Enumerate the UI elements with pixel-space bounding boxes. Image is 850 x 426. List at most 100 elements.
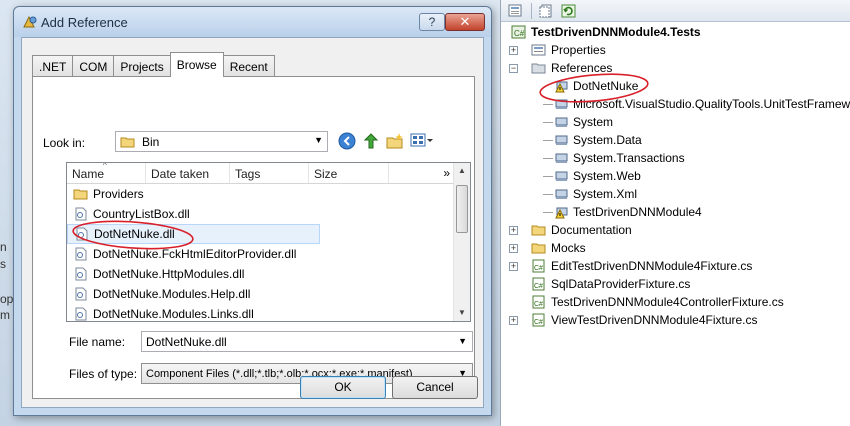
folder-icon xyxy=(531,241,547,255)
look-in-dropdown[interactable]: Bin ▼ xyxy=(115,131,328,152)
tree-connector xyxy=(543,194,553,195)
cancel-button[interactable]: Cancel xyxy=(392,376,478,399)
look-in-label: Look in: xyxy=(43,136,86,150)
list-item[interactable]: CountryListBox.dll xyxy=(67,204,470,224)
tree-item-file[interactable]: C# SqlDataProviderFixture.cs xyxy=(501,275,850,293)
warning-reference-icon xyxy=(553,79,569,93)
expand-icon[interactable]: + xyxy=(509,316,518,325)
files-of-type-label: Files of type: xyxy=(69,367,138,381)
assembly-reference-icon xyxy=(553,169,569,183)
tab-browse[interactable]: Browse xyxy=(169,52,224,77)
tree-item-references[interactable]: − References xyxy=(501,59,850,77)
list-item[interactable]: DotNetNuke.FckHtmlEditorProvider.dll xyxy=(67,244,470,264)
list-item[interactable]: Providers xyxy=(67,184,470,204)
tree-item-label: References xyxy=(551,61,613,75)
folder-icon xyxy=(73,187,89,201)
folder-icon xyxy=(120,135,136,149)
tree-item-properties[interactable]: + Properties xyxy=(501,41,850,59)
column-label: Size xyxy=(314,167,338,181)
tree-item-label: System.Web xyxy=(573,169,641,183)
tree-item-reference[interactable]: System.Transactions xyxy=(501,149,850,167)
show-all-files-icon[interactable] xyxy=(538,2,556,20)
tab-projects[interactable]: Projects xyxy=(113,55,171,77)
chevron-down-icon: ▼ xyxy=(314,135,323,145)
chevron-down-icon[interactable]: ▼ xyxy=(458,336,467,346)
svg-text:C#: C# xyxy=(534,283,543,290)
dll-file-icon xyxy=(73,247,89,261)
dll-file-icon xyxy=(73,207,89,221)
tree-item-reference[interactable]: TestDrivenDNNModule4 xyxy=(501,203,850,221)
up-folder-icon[interactable] xyxy=(362,132,380,153)
tree-item-reference[interactable]: System xyxy=(501,113,850,131)
help-button[interactable]: ? xyxy=(419,13,445,31)
new-folder-icon[interactable] xyxy=(386,132,404,153)
column-label: Name xyxy=(72,167,105,181)
expand-icon[interactable]: + xyxy=(509,226,518,235)
scroll-thumb[interactable] xyxy=(456,185,468,233)
vertical-scrollbar[interactable]: ▲ ▼ xyxy=(453,163,470,321)
tree-item-label: TestDrivenDNNModule4 xyxy=(573,205,702,219)
browse-panel: Look in: Bin ▼ Name ^ Date taken Tags Si… xyxy=(32,76,475,399)
list-item[interactable]: DotNetNuke.Modules.Help.dll xyxy=(67,284,470,304)
tab-recent[interactable]: Recent xyxy=(222,55,275,77)
expand-icon[interactable]: + xyxy=(509,244,518,253)
tab-dotnet[interactable]: .NET xyxy=(32,55,74,77)
refresh-icon[interactable] xyxy=(560,2,578,20)
tree-connector xyxy=(543,122,553,123)
tree-item-reference[interactable]: System.Xml xyxy=(501,185,850,203)
assembly-reference-icon xyxy=(553,97,569,111)
tab-strip: .NET COM Projects Browse Recent xyxy=(32,52,275,77)
tree-item-label: EditTestDrivenDNNModule4Fixture.cs xyxy=(551,259,753,273)
close-button[interactable]: ✕ xyxy=(445,13,485,31)
tree-item-reference[interactable]: System.Data xyxy=(501,131,850,149)
dll-file-icon xyxy=(73,287,89,301)
column-tags[interactable]: Tags xyxy=(230,163,309,183)
tree-item-file[interactable]: + C# ViewTestDrivenDNNModule4Fixture.cs xyxy=(501,311,850,329)
more-columns-button[interactable]: » xyxy=(443,166,450,180)
file-name: Providers xyxy=(93,187,144,201)
project-node[interactable]: C# TestDrivenDNNModule4.Tests xyxy=(501,23,850,41)
tree-item-documentation[interactable]: + Documentation xyxy=(501,221,850,239)
list-item[interactable]: DotNetNuke.HttpModules.dll xyxy=(67,264,470,284)
tree-item-file[interactable]: C# TestDrivenDNNModule4ControllerFixture… xyxy=(501,293,850,311)
list-item-selected[interactable]: DotNetNuke.dll xyxy=(67,224,320,244)
view-menu-icon[interactable] xyxy=(410,132,434,153)
back-icon[interactable] xyxy=(338,132,356,153)
collapse-icon[interactable]: − xyxy=(509,64,518,73)
csharp-file-icon: C# xyxy=(531,277,547,291)
ok-button[interactable]: OK xyxy=(300,376,386,399)
tree-item-label: System xyxy=(573,115,614,129)
tree-item-reference[interactable]: Microsoft.VisualStudio.QualityTools.Unit… xyxy=(501,95,850,113)
tree-item-reference[interactable]: System.Web xyxy=(501,167,850,185)
tree-item-reference[interactable]: DotNetNuke xyxy=(501,77,850,95)
column-name[interactable]: Name ^ xyxy=(67,163,146,183)
file-name-field[interactable]: DotNetNuke.dll ▼ xyxy=(141,331,473,352)
folder-icon xyxy=(531,223,547,237)
clipped-text: s xyxy=(0,257,6,271)
look-in-value: Bin xyxy=(142,134,160,149)
solution-toolbar xyxy=(501,0,850,22)
svg-text:C#: C# xyxy=(534,301,543,308)
references-folder-icon xyxy=(531,61,547,75)
clipped-text: m xyxy=(0,308,10,322)
file-name: DotNetNuke.Modules.Links.dll xyxy=(93,307,254,321)
tree-item-mocks[interactable]: + Mocks xyxy=(501,239,850,257)
properties-icon[interactable] xyxy=(507,2,525,20)
tree-item-file[interactable]: + C# EditTestDrivenDNNModule4Fixture.cs xyxy=(501,257,850,275)
column-size[interactable]: Size xyxy=(309,163,389,183)
expand-icon[interactable]: + xyxy=(509,46,518,55)
toolbar-separator xyxy=(531,2,532,19)
assembly-reference-icon xyxy=(553,133,569,147)
expand-icon[interactable]: + xyxy=(509,262,518,271)
tab-com[interactable]: COM xyxy=(72,55,115,77)
clipped-text: n xyxy=(0,240,7,254)
solution-tree: C# TestDrivenDNNModule4.Tests + Properti… xyxy=(501,23,850,329)
list-item[interactable]: DotNetNuke.Modules.Links.dll xyxy=(67,304,470,321)
column-date-taken[interactable]: Date taken xyxy=(146,163,230,183)
file-list-header: Name ^ Date taken Tags Size » xyxy=(67,163,470,184)
dialog-titlebar[interactable]: Add Reference ? ✕ xyxy=(14,7,491,37)
scroll-down-icon[interactable]: ▼ xyxy=(454,305,470,321)
dialog-title: Add Reference xyxy=(41,15,128,30)
scroll-up-icon[interactable]: ▲ xyxy=(454,163,470,179)
tree-connector xyxy=(543,212,553,213)
